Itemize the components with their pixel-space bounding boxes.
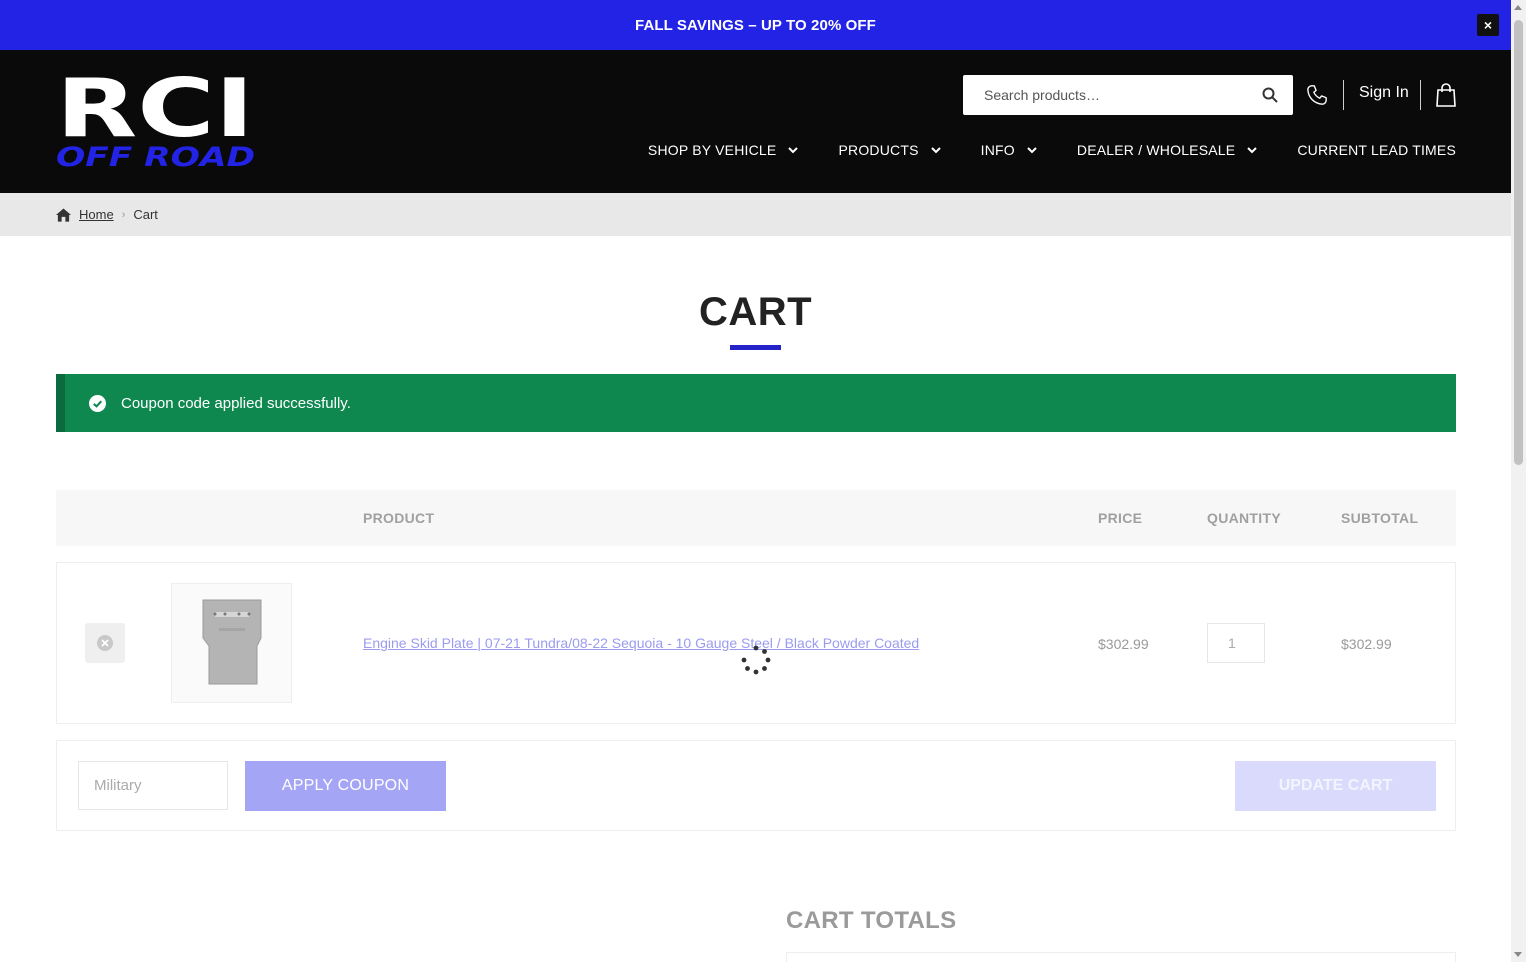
search-input[interactable] [963, 76, 1243, 114]
product-link[interactable]: Engine Skid Plate | 07-21 Tundra/08-22 S… [363, 635, 919, 651]
scroll-up-arrow-icon[interactable] [1514, 5, 1522, 10]
nav-products[interactable]: PRODUCTS [838, 142, 941, 158]
chevron-down-icon [788, 146, 799, 153]
cart-bag-icon[interactable] [1435, 83, 1457, 107]
nav-label: CURRENT LEAD TIMES [1297, 142, 1456, 158]
nav-shop-by-vehicle[interactable]: SHOP BY VEHICLE [648, 142, 799, 158]
remove-x-icon [97, 635, 113, 651]
skid-plate-image [202, 599, 261, 685]
breadcrumb: Home › Cart [0, 193, 1511, 236]
home-icon [56, 207, 71, 222]
nav-label: SHOP BY VEHICLE [647, 142, 777, 158]
nav-dealer-wholesale[interactable]: DEALER / WHOLESALE [1076, 142, 1258, 158]
product-subtotal: $302.99 [1341, 636, 1392, 652]
breadcrumb-separator: › [121, 208, 126, 221]
update-cart-button[interactable]: UPDATE CART [1235, 761, 1436, 811]
chevron-down-icon [1027, 146, 1037, 153]
site-header: RCI OFF ROAD Sign In SHOP BY VEHICLE PRO… [0, 50, 1511, 193]
column-header-subtotal: SUBTOTAL [1341, 510, 1419, 526]
search-icon[interactable] [1262, 87, 1278, 103]
nav-current-lead-times[interactable]: CURRENT LEAD TIMES [1297, 142, 1456, 158]
table-row: Engine Skid Plate | 07-21 Tundra/08-22 S… [56, 562, 1456, 724]
product-thumbnail[interactable] [171, 583, 292, 703]
breadcrumb-home-link[interactable]: Home [79, 207, 114, 222]
loading-spinner-icon [741, 645, 771, 675]
column-header-price: PRICE [1098, 510, 1143, 526]
page-scrollbar[interactable] [1511, 0, 1526, 962]
promo-banner: FALL SAVINGS – UP TO 20% OFF × [0, 0, 1511, 50]
nav-label: DEALER / WHOLESALE [1076, 142, 1236, 158]
promo-text: FALL SAVINGS – UP TO 20% OFF [635, 16, 876, 34]
main-nav: SHOP BY VEHICLE PRODUCTS INFO DEALER / W… [608, 142, 1456, 158]
cart-totals-box [786, 952, 1456, 962]
sign-in-link[interactable]: Sign In [1359, 84, 1409, 102]
cart-actions: Military APPLY COUPON UPDATE CART [56, 740, 1456, 831]
divider [1420, 80, 1421, 110]
breadcrumb-current: Cart [133, 207, 158, 222]
notice-text: Coupon code applied successfully. [121, 394, 351, 412]
nav-info[interactable]: INFO [981, 142, 1037, 158]
apply-coupon-button[interactable]: APPLY COUPON [245, 761, 446, 811]
title-underline [730, 345, 781, 350]
remove-item-button[interactable] [85, 623, 125, 663]
chevron-down-icon [1247, 146, 1258, 153]
logo[interactable]: RCI OFF ROAD [56, 76, 256, 168]
success-notice: Coupon code applied successfully. [56, 374, 1456, 432]
column-header-quantity: QUANTITY [1207, 510, 1281, 526]
nav-label: PRODUCTS [838, 142, 919, 158]
cart-totals-heading: CART TOTALS [786, 907, 957, 934]
search-box [963, 75, 1293, 115]
quantity-input[interactable]: 1 [1207, 623, 1265, 663]
coupon-code-input[interactable]: Military [78, 761, 228, 810]
scrollbar-thumb[interactable] [1514, 20, 1523, 465]
phone-icon[interactable] [1306, 84, 1328, 106]
check-circle-icon [89, 394, 106, 412]
cart-table-header: PRODUCT PRICE QUANTITY SUBTOTAL [56, 490, 1456, 546]
scroll-down-arrow-icon[interactable] [1514, 952, 1522, 957]
page-title: CART [698, 290, 813, 334]
nav-label: INFO [980, 142, 1015, 158]
chevron-down-icon [930, 146, 941, 153]
product-price: $302.99 [1098, 636, 1149, 652]
column-header-product: PRODUCT [363, 510, 435, 526]
divider [1343, 80, 1344, 110]
svg-text:OFF ROAD: OFF ROAD [56, 142, 255, 168]
close-icon[interactable]: × [1477, 14, 1499, 36]
